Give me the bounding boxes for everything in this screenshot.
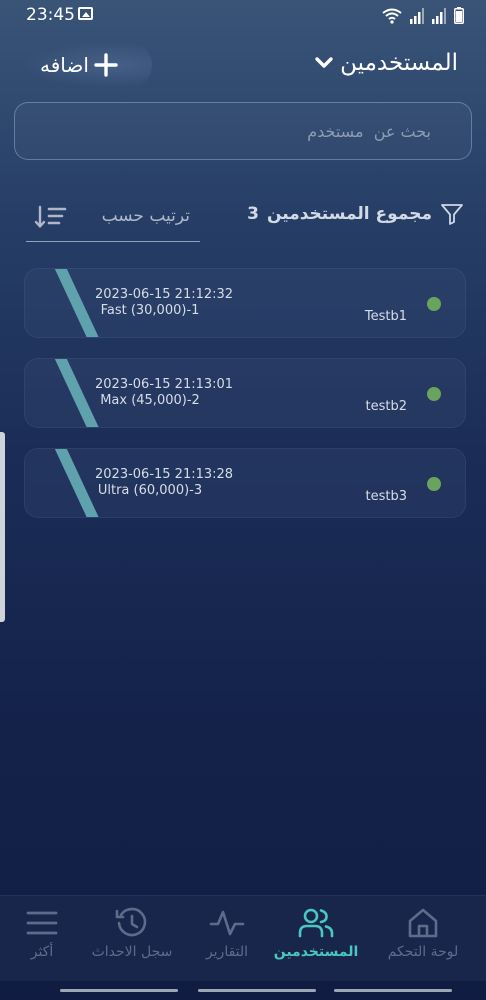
nav-label: سجل الاحداث xyxy=(91,944,173,960)
sort-dropdown[interactable]: ترتيب حسب xyxy=(26,198,200,242)
nav-item-dashboard[interactable]: لوحة التحكم xyxy=(380,906,466,976)
user-date: 2023-06-15 21:13:28 xyxy=(95,467,234,482)
filter-row: مجموع المستخدمين 3 ترتيب حسب xyxy=(0,198,486,242)
image-icon xyxy=(78,7,93,20)
page-title: المستخدمين xyxy=(340,50,458,76)
system-recents-bar[interactable] xyxy=(334,989,452,992)
status-dot xyxy=(427,297,441,311)
users-count-value: 3 xyxy=(247,204,259,224)
sort-icon xyxy=(34,205,67,228)
status-time: 23:45 xyxy=(26,5,75,25)
wifi-icon xyxy=(382,8,402,24)
users-count-label: مجموع المستخدمين xyxy=(266,204,432,224)
status-dot xyxy=(427,477,441,491)
signal-icon xyxy=(432,8,446,24)
system-back-bar[interactable] xyxy=(60,989,178,992)
nav-label: المستخدمين xyxy=(273,944,359,960)
nav-item-event-log[interactable]: سجل الاحداث xyxy=(84,906,180,976)
search-box xyxy=(14,102,472,160)
signal-icon xyxy=(410,8,424,24)
status-dot xyxy=(427,387,441,401)
user-plan: Max (45,000)-2 xyxy=(100,393,200,408)
add-user-button[interactable]: اضافه xyxy=(22,42,152,88)
status-bar: 23:45 xyxy=(0,0,486,30)
system-nav-bar xyxy=(0,985,486,995)
history-icon xyxy=(115,907,147,937)
user-date: 2023-06-15 21:12:32 xyxy=(95,287,234,302)
chevron-down-icon xyxy=(315,57,333,68)
user-name: Testb1 xyxy=(364,309,407,324)
battery-icon xyxy=(454,7,464,24)
page-title-dropdown[interactable]: المستخدمين xyxy=(314,50,458,76)
nav-item-users[interactable]: المستخدمين xyxy=(270,906,362,976)
status-icons xyxy=(382,6,464,24)
user-name: testb3 xyxy=(365,489,408,504)
user-card[interactable]: 2023-06-15 21:12:32 Fast (30,000)-1 Test… xyxy=(24,268,466,338)
activity-icon xyxy=(209,910,245,936)
user-name: testb2 xyxy=(365,399,408,414)
user-plan: Fast (30,000)-1 xyxy=(100,303,200,318)
user-card[interactable]: 2023-06-15 21:13:01 Max (45,000)-2 testb… xyxy=(24,358,466,428)
user-card[interactable]: 2023-06-15 21:13:28 Ultra (60,000)-3 tes… xyxy=(24,448,466,518)
home-icon xyxy=(408,908,438,938)
nav-label: التقارير xyxy=(205,944,249,960)
header: المستخدمين اضافه xyxy=(0,40,486,92)
sort-label: ترتيب حسب xyxy=(101,206,190,226)
nav-label: لوحة التحكم xyxy=(387,944,459,960)
bottom-nav: لوحة التحكم المستخدمين التقارير سجل الاح… xyxy=(0,895,486,981)
filter-icon xyxy=(441,204,463,225)
plus-icon xyxy=(94,53,118,77)
nav-label: أكثر xyxy=(30,944,54,960)
users-icon xyxy=(298,908,334,938)
search-input[interactable] xyxy=(51,117,431,145)
edge-panel-handle[interactable] xyxy=(0,432,5,622)
add-label: اضافه xyxy=(40,53,89,77)
user-plan: Ultra (60,000)-3 xyxy=(97,483,203,498)
nav-item-more[interactable]: أكثر xyxy=(18,906,66,976)
menu-icon xyxy=(26,911,58,935)
user-date: 2023-06-15 21:13:01 xyxy=(95,377,234,392)
nav-item-reports[interactable]: التقارير xyxy=(196,906,258,976)
system-home-bar[interactable] xyxy=(198,989,316,992)
users-count[interactable]: مجموع المستخدمين 3 xyxy=(247,202,464,226)
